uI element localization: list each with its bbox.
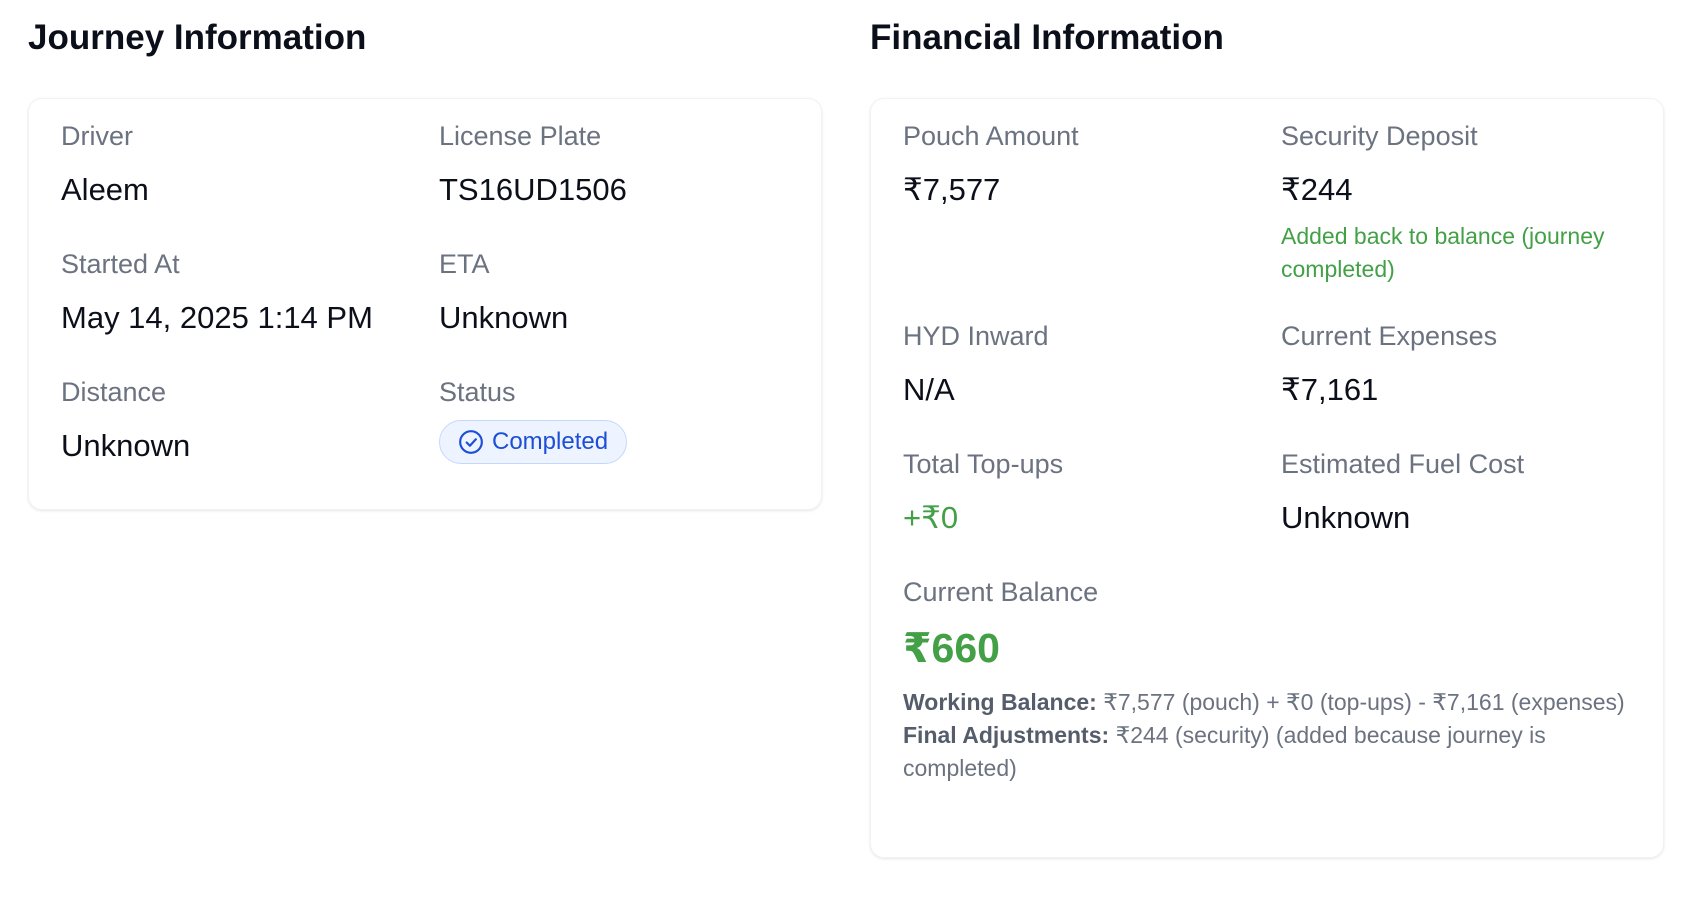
total-topups-value: +₹0 — [903, 500, 959, 535]
hyd-inward-label: HYD Inward — [903, 321, 1049, 351]
driver-field: Driver Aleem — [61, 121, 149, 208]
license-plate-value: TS16UD1506 — [439, 172, 627, 207]
current-balance-value: ₹660 — [903, 625, 1000, 671]
current-balance-label: Current Balance — [903, 577, 1099, 607]
security-deposit-value: ₹244 — [1281, 172, 1353, 207]
license-plate-field: License Plate TS16UD1506 — [439, 121, 627, 208]
pouch-amount-label: Pouch Amount — [903, 121, 1079, 151]
working-balance-label: Working Balance: — [903, 689, 1097, 715]
finance-section-title: Financial Information — [870, 18, 1224, 57]
started-at-label: Started At — [61, 249, 180, 279]
working-balance-text: ₹7,577 (pouch) + ₹0 (top-ups) - ₹7,161 (… — [1103, 689, 1625, 715]
estimated-fuel-cost-label: Estimated Fuel Cost — [1281, 449, 1525, 479]
status-field: Status Completed — [439, 377, 628, 464]
distance-value: Unknown — [61, 428, 191, 463]
current-expenses-label: Current Expenses — [1281, 321, 1498, 351]
final-adjustments-line: Final Adjustments: ₹244 (security) (adde… — [903, 719, 1633, 785]
hyd-inward-field: HYD Inward N/A — [903, 321, 1049, 408]
status-badge: Completed — [439, 420, 628, 464]
final-adjustments-label: Final Adjustments: — [903, 722, 1110, 748]
current-balance-field: Current Balance ₹660 Working Balance: ₹7… — [903, 577, 1633, 785]
distance-field: Distance Unknown — [61, 377, 190, 464]
balance-breakdown: Working Balance: ₹7,577 (pouch) + ₹0 (to… — [903, 686, 1633, 785]
driver-value: Aleem — [61, 172, 149, 207]
estimated-fuel-cost-value: Unknown — [1281, 500, 1411, 535]
journey-section-title: Journey Information — [28, 18, 367, 57]
total-topups-label: Total Top-ups — [903, 449, 1064, 479]
status-badge-text: Completed — [492, 428, 609, 455]
working-balance-line: Working Balance: ₹7,577 (pouch) + ₹0 (to… — [903, 686, 1633, 719]
driver-label: Driver — [61, 121, 133, 151]
license-plate-label: License Plate — [439, 121, 602, 151]
started-at-value: May 14, 2025 1:14 PM — [61, 300, 373, 335]
eta-value: Unknown — [439, 300, 569, 335]
status-label: Status — [439, 377, 516, 407]
distance-label: Distance — [61, 377, 167, 407]
pouch-amount-field: Pouch Amount ₹7,577 — [903, 121, 1079, 208]
estimated-fuel-cost-field: Estimated Fuel Cost Unknown — [1281, 449, 1524, 536]
current-expenses-field: Current Expenses ₹7,161 — [1281, 321, 1497, 408]
journey-card: Driver Aleem License Plate TS16UD1506 St… — [28, 98, 822, 510]
eta-field: ETA Unknown — [439, 249, 568, 336]
eta-label: ETA — [439, 249, 490, 279]
hyd-inward-value: N/A — [903, 372, 955, 407]
security-deposit-note: Added back to balance (journey completed… — [1281, 223, 1605, 282]
check-circle-icon — [459, 430, 483, 454]
pouch-amount-value: ₹7,577 — [903, 172, 1001, 207]
finance-card: Pouch Amount ₹7,577 Security Deposit ₹24… — [870, 98, 1664, 858]
current-expenses-value: ₹7,161 — [1281, 372, 1379, 407]
total-topups-field: Total Top-ups +₹0 — [903, 449, 1063, 536]
security-deposit-label: Security Deposit — [1281, 121, 1478, 151]
started-at-field: Started At May 14, 2025 1:14 PM — [61, 249, 373, 336]
security-deposit-field: Security Deposit ₹244 Added back to bala… — [1281, 121, 1621, 286]
